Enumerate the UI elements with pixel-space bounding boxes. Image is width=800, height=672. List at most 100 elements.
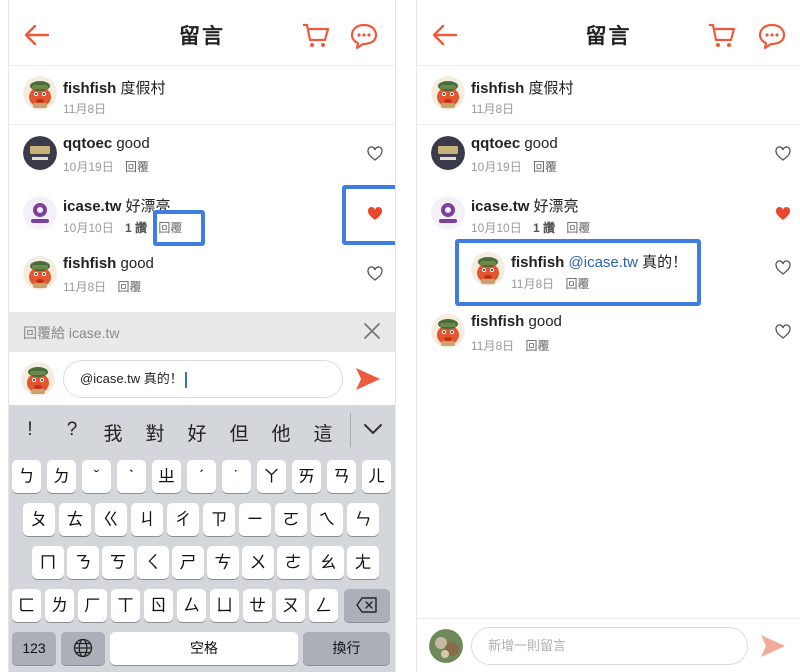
- heart-icon[interactable]: [775, 206, 791, 222]
- keyboard-key[interactable]: ㄤ: [347, 546, 379, 579]
- avatar[interactable]: [431, 76, 465, 110]
- avatar[interactable]: [431, 136, 465, 170]
- keyboard-key[interactable]: ㄑ: [137, 546, 169, 579]
- cart-icon[interactable]: [707, 20, 737, 50]
- comment-date: 10月19日: [63, 160, 114, 174]
- keyboard-key[interactable]: ˙: [222, 460, 251, 493]
- keyboard-key[interactable]: ㄚ: [257, 460, 286, 493]
- keyboard-key[interactable]: ㄕ: [172, 546, 204, 579]
- avatar[interactable]: [431, 196, 465, 230]
- suggestion[interactable]: 好: [182, 419, 212, 446]
- keyboard-key[interactable]: ㄢ: [327, 460, 356, 493]
- keyboard-key[interactable]: ˋ: [117, 460, 146, 493]
- comment-text: good: [120, 255, 154, 272]
- send-icon[interactable]: [760, 634, 786, 658]
- keyboard-key[interactable]: ㄍ: [95, 503, 127, 536]
- suggestion[interactable]: 對: [140, 419, 170, 446]
- comment-text: good: [524, 135, 558, 152]
- keyboard-key[interactable]: ㄝ: [243, 589, 272, 622]
- keyboard-key[interactable]: ㄩ: [210, 589, 239, 622]
- keyboard-key[interactable]: ㄘ: [207, 546, 239, 579]
- keyboard-key[interactable]: ㄟ: [311, 503, 343, 536]
- reply-link[interactable]: 回覆: [533, 160, 557, 174]
- keyboard-key[interactable]: ㄋ: [67, 546, 99, 579]
- suggestion[interactable]: 但: [224, 419, 254, 446]
- backspace-key[interactable]: [344, 589, 390, 622]
- back-arrow-icon[interactable]: [23, 21, 51, 49]
- reply-link[interactable]: 回覆: [125, 160, 149, 174]
- keyboard-key[interactable]: ㄖ: [144, 589, 173, 622]
- keyboard-key[interactable]: ㄆ: [23, 503, 55, 536]
- like-count[interactable]: 1 讚: [533, 221, 555, 235]
- like-count[interactable]: 1 讚: [125, 221, 147, 235]
- keyboard-key[interactable]: ㄨ: [242, 546, 274, 579]
- keyboard-key[interactable]: ㄈ: [12, 589, 41, 622]
- keyboard-key[interactable]: ㄥ: [309, 589, 338, 622]
- heart-icon[interactable]: [775, 260, 791, 276]
- keyboard-key[interactable]: ㄙ: [177, 589, 206, 622]
- keyboard-key[interactable]: ㄧ: [239, 503, 271, 536]
- chat-bubble-icon[interactable]: [349, 21, 379, 51]
- keyboard-key[interactable]: ㄒ: [111, 589, 140, 622]
- keyboard-key[interactable]: ㄉ: [47, 460, 76, 493]
- keyboard-key[interactable]: ㄇ: [32, 546, 64, 579]
- reply-link[interactable]: 回覆: [117, 280, 141, 294]
- return-key[interactable]: 換行: [303, 632, 390, 665]
- heart-icon[interactable]: [367, 146, 383, 162]
- keyboard-key[interactable]: ㄜ: [277, 546, 309, 579]
- keyboard-key[interactable]: ㄌ: [45, 589, 74, 622]
- comment-author[interactable]: fishfish: [63, 255, 116, 272]
- reply-link[interactable]: 回覆: [566, 221, 590, 235]
- keyboard-key[interactable]: ㄎ: [102, 546, 134, 579]
- keyboard-key[interactable]: ㄛ: [275, 503, 307, 536]
- heart-icon[interactable]: [775, 324, 791, 340]
- keyboard-key[interactable]: ㄣ: [347, 503, 379, 536]
- suggestion[interactable]: !: [15, 419, 45, 441]
- keyboard-key[interactable]: ㄡ: [276, 589, 305, 622]
- keyboard-key[interactable]: ㄏ: [78, 589, 107, 622]
- send-icon[interactable]: [355, 367, 381, 391]
- reply-link[interactable]: 回覆: [525, 339, 549, 353]
- chat-bubble-icon[interactable]: [757, 21, 787, 51]
- avatar[interactable]: [431, 314, 465, 348]
- heart-icon[interactable]: [367, 266, 383, 282]
- keyboard-key[interactable]: ˊ: [187, 460, 216, 493]
- avatar[interactable]: [23, 136, 57, 170]
- keyboard-key[interactable]: ㄊ: [59, 503, 91, 536]
- globe-key[interactable]: [61, 632, 105, 665]
- keyboard-key[interactable]: ˇ: [82, 460, 111, 493]
- comment-author[interactable]: fishfish: [471, 313, 524, 330]
- keyboard-key[interactable]: ㄞ: [292, 460, 321, 493]
- close-icon[interactable]: [363, 322, 381, 340]
- suggestion[interactable]: 這: [308, 419, 338, 446]
- comment-input[interactable]: @icase.tw 真的！: [63, 360, 343, 398]
- keyboard-key[interactable]: ㄐ: [131, 503, 163, 536]
- avatar[interactable]: [23, 196, 57, 230]
- comment-input[interactable]: 新增一則留言: [471, 627, 748, 665]
- keyboard-key[interactable]: ㄗ: [203, 503, 235, 536]
- keyboard-key[interactable]: ㄓ: [152, 460, 181, 493]
- comment-author[interactable]: icase.tw: [471, 198, 529, 215]
- keyboard-key[interactable]: ㄠ: [312, 546, 344, 579]
- comment-author[interactable]: qqtoec: [471, 135, 520, 152]
- suggestion[interactable]: ?: [57, 419, 87, 441]
- comment-author[interactable]: icase.tw: [63, 198, 121, 215]
- chevron-down-icon[interactable]: [361, 419, 385, 439]
- comment-item: fishfish good 11月8日 回覆: [417, 306, 800, 362]
- page-title: 留言: [585, 25, 632, 48]
- avatar[interactable]: [23, 256, 57, 290]
- cart-icon[interactable]: [301, 20, 331, 50]
- avatar[interactable]: [23, 76, 57, 110]
- suggestion[interactable]: 我: [98, 419, 128, 446]
- comment-author[interactable]: fishfish: [471, 80, 524, 97]
- space-key[interactable]: 空格: [110, 632, 298, 665]
- keyboard-key[interactable]: ㄦ: [362, 460, 391, 493]
- comment-author[interactable]: fishfish: [63, 80, 116, 97]
- comment-author[interactable]: qqtoec: [63, 135, 112, 152]
- heart-icon[interactable]: [775, 146, 791, 162]
- suggestion[interactable]: 他: [266, 419, 296, 446]
- keyboard-key[interactable]: ㄔ: [167, 503, 199, 536]
- keyboard-key[interactable]: ㄅ: [12, 460, 41, 493]
- numbers-key[interactable]: 123: [12, 632, 56, 665]
- back-arrow-icon[interactable]: [431, 21, 459, 49]
